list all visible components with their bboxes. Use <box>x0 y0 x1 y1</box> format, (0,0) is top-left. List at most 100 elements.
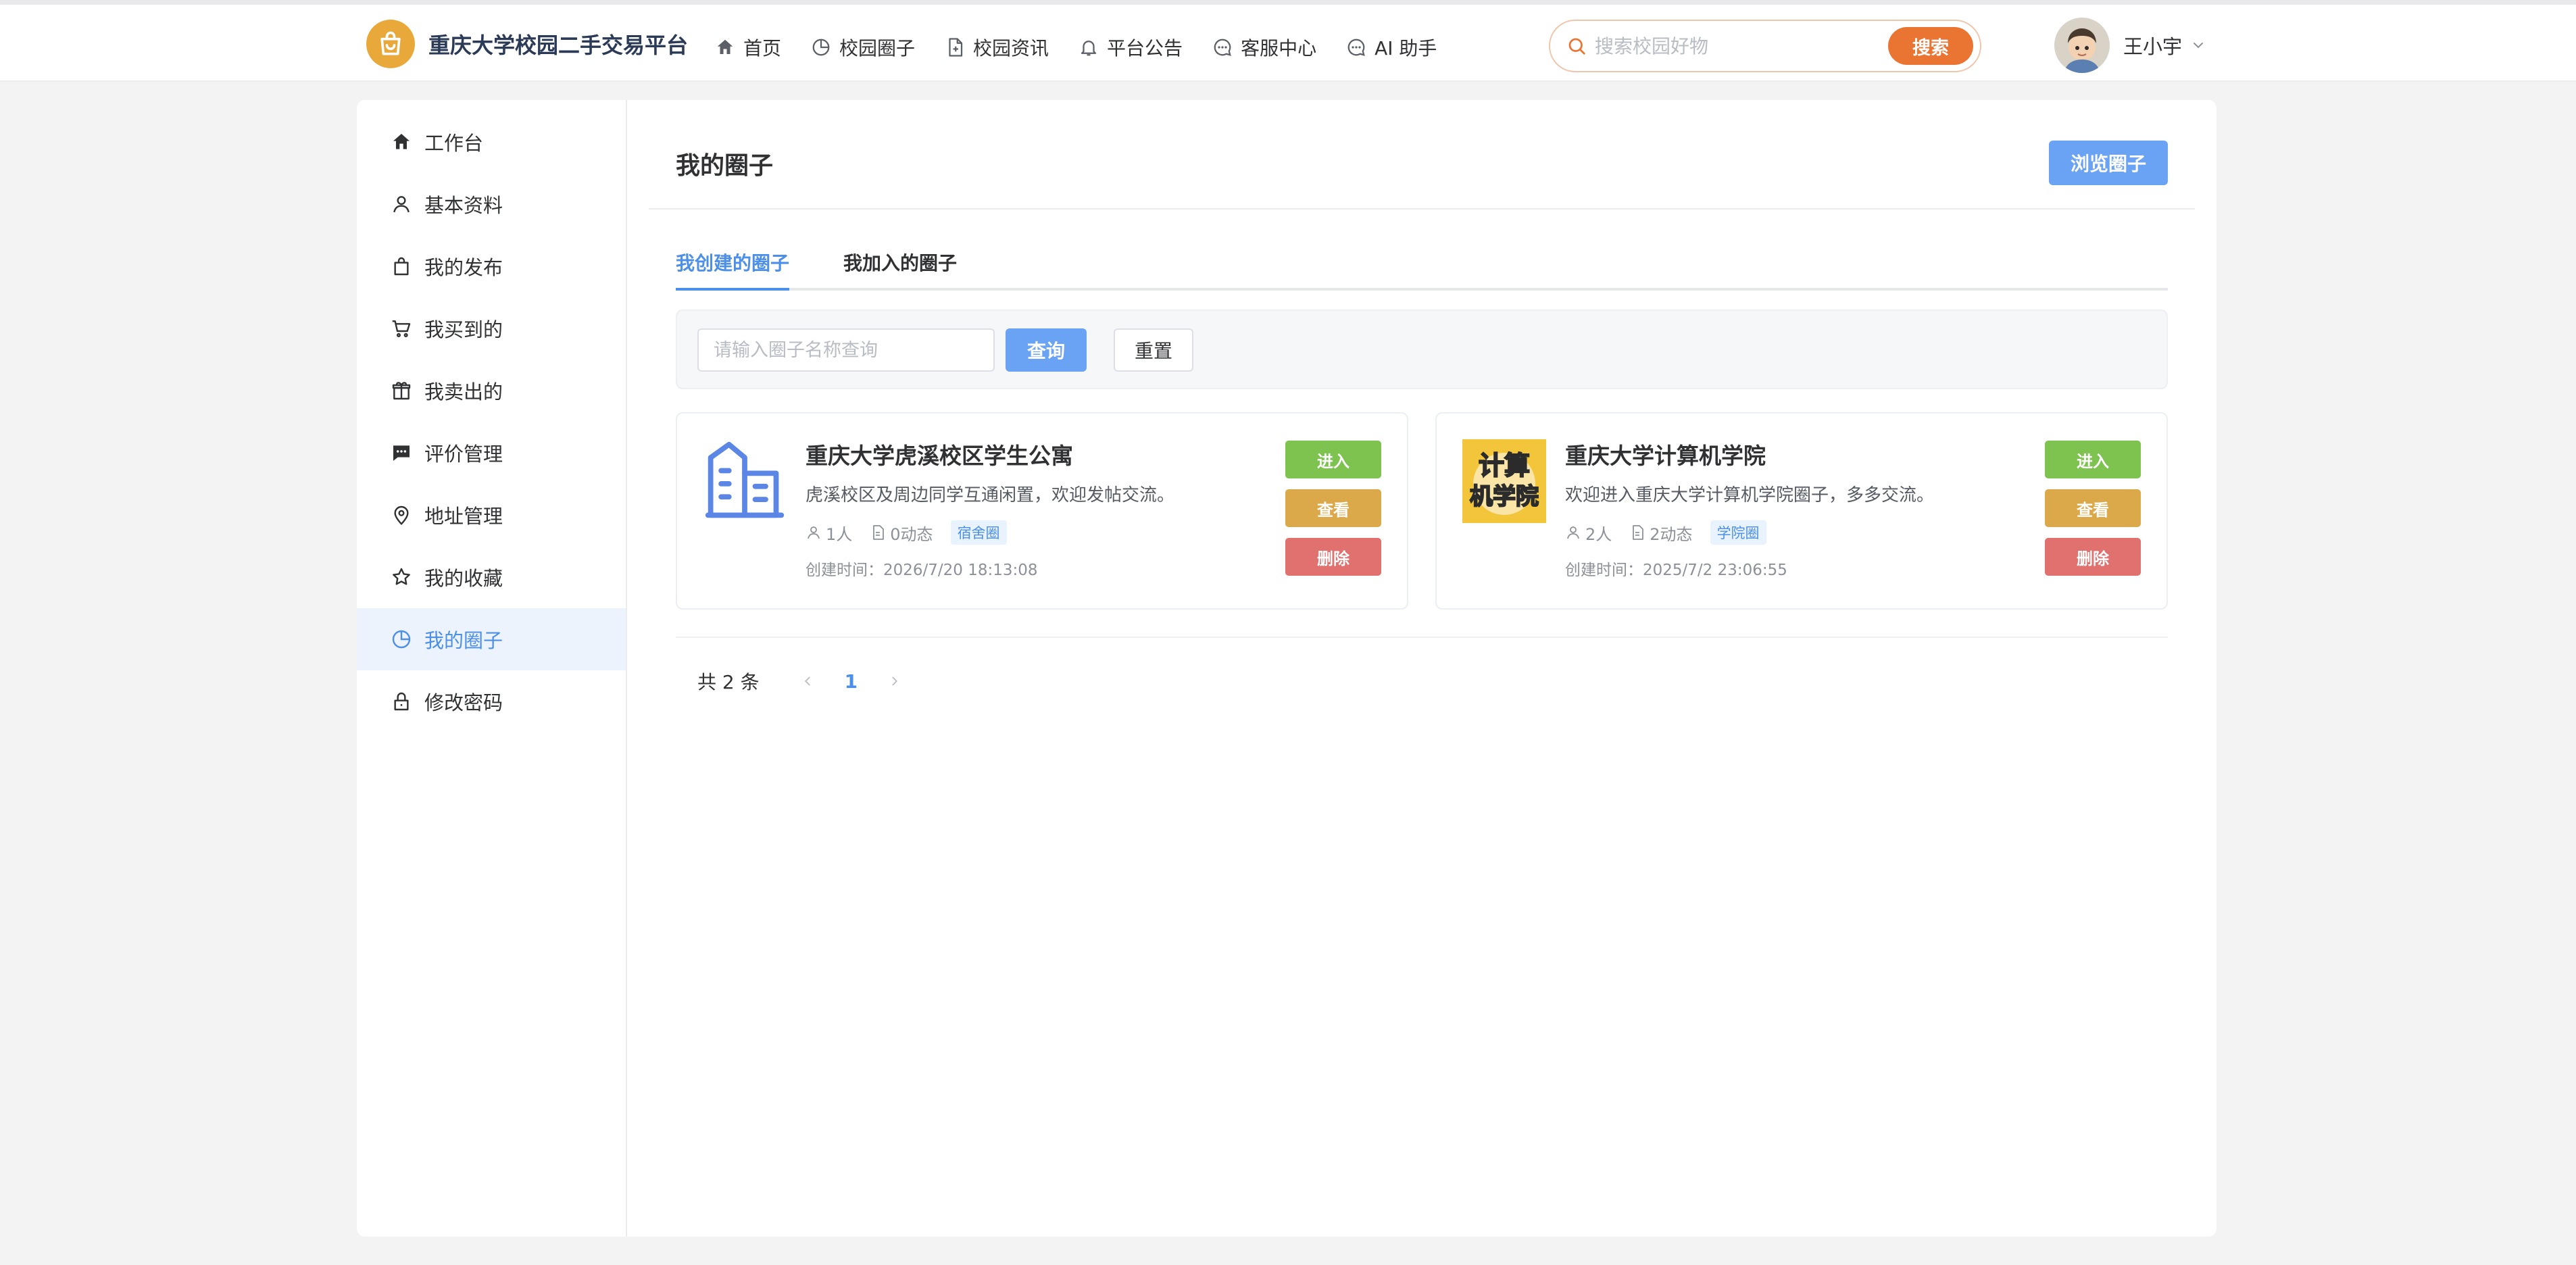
search-box: 搜索 <box>1549 20 1981 72</box>
comment-icon <box>393 445 410 461</box>
circle-card: 计算 机学院 重庆大学计算机学院 欢迎进入重庆大学计算机学院圈子，多多交流。 2… <box>1435 412 2168 610</box>
nav-circles[interactable]: 校园圈子 <box>811 34 915 61</box>
page-number[interactable]: 1 <box>845 670 858 693</box>
tab-joined-circles[interactable]: 我加入的圈子 <box>843 249 957 291</box>
circle-meta: 1人 0动态 宿舍圈 <box>806 520 1007 545</box>
nav-home[interactable]: 首页 <box>715 34 781 61</box>
top-header: 重庆大学校园二手交易平台 首页 校园圈子 校园资讯 平台公告 客服中心 AI 助… <box>0 5 2576 82</box>
user-icon <box>393 196 410 213</box>
sidebar: 工作台 基本资料 我的发布 我买到的 我卖出的 评价管理 地址管理 我的收藏 我… <box>357 100 627 1237</box>
delete-button[interactable]: 删除 <box>2045 538 2141 576</box>
document-icon <box>1633 525 1644 540</box>
chat-icon <box>1214 39 1231 56</box>
nav-ai-assistant[interactable]: AI 助手 <box>1346 34 1437 61</box>
circle-tabs: 我创建的圈子 我加入的圈子 <box>676 249 2168 291</box>
pagination: 共 2 条 1 <box>697 666 902 696</box>
sidebar-item-dashboard[interactable]: 工作台 <box>357 111 626 173</box>
circle-tag: 宿舍圈 <box>950 520 1007 545</box>
prev-page-button[interactable] <box>800 674 815 689</box>
circle-description: 欢迎进入重庆大学计算机学院圈子，多多交流。 <box>1565 485 1935 505</box>
college-logo: 计算 机学院 <box>1462 439 1546 523</box>
home-icon <box>717 39 733 54</box>
sidebar-item-profile[interactable]: 基本资料 <box>357 173 626 235</box>
filter-bar: 查询 重置 <box>676 309 2168 389</box>
delete-button[interactable]: 删除 <box>1285 538 1381 576</box>
sidebar-item-label: 基本资料 <box>424 194 503 217</box>
post-count-text: 2动态 <box>1650 524 1693 544</box>
circle-name[interactable]: 重庆大学计算机学院 <box>1565 438 1766 470</box>
bell-icon <box>1081 41 1097 56</box>
circle-tag: 学院圈 <box>1710 520 1766 545</box>
sidebar-item-purchased[interactable]: 我买到的 <box>357 297 626 359</box>
circle-description: 虎溪校区及周边同学互通闲置，欢迎发帖交流。 <box>806 485 1175 505</box>
chat-icon <box>1347 39 1365 56</box>
nav-news[interactable]: 校园资讯 <box>945 34 1049 61</box>
chevron-left-icon <box>804 676 810 686</box>
user-menu[interactable]: 王小宇 <box>2054 17 2206 74</box>
total-count: 共 2 条 <box>697 671 760 693</box>
sidebar-item-label: 地址管理 <box>424 505 503 528</box>
building-icon <box>705 441 785 518</box>
document-icon <box>949 38 963 57</box>
location-icon <box>394 505 409 526</box>
sidebar-item-label: 我卖出的 <box>424 380 503 403</box>
sidebar-item-label: 工作台 <box>424 132 484 155</box>
sidebar-item-label: 修改密码 <box>424 691 503 714</box>
created-time: 创建时间：2026/7/20 18:13:08 <box>806 562 1038 579</box>
sidebar-item-favorites[interactable]: 我的收藏 <box>357 546 626 608</box>
member-count-text: 1人 <box>826 524 853 544</box>
sidebar-item-label: 我的圈子 <box>424 629 503 652</box>
college-logo-text-1: 计算 <box>1479 451 1530 480</box>
sidebar-item-sold[interactable]: 我卖出的 <box>357 359 626 422</box>
main-panel: 我的圈子 浏览圈子 我创建的圈子 我加入的圈子 查询 重置 重庆大学虎溪校区学生… <box>627 100 2216 1237</box>
divider <box>649 208 2195 209</box>
sidebar-item-my-posts[interactable]: 我的发布 <box>357 235 626 297</box>
cart-icon <box>392 320 411 338</box>
nav-announcements[interactable]: 平台公告 <box>1079 34 1183 61</box>
query-button[interactable]: 查询 <box>1006 328 1087 372</box>
circle-meta: 2人 2动态 学院圈 <box>1565 520 1766 545</box>
pie-chart-icon <box>812 39 830 56</box>
browse-circles-button[interactable]: 浏览圈子 <box>2049 141 2168 185</box>
sidebar-item-reviews[interactable]: 评价管理 <box>357 422 626 484</box>
sidebar-item-label: 我的发布 <box>424 256 503 279</box>
sidebar-item-change-password[interactable]: 修改密码 <box>357 670 626 733</box>
reset-button[interactable]: 重置 <box>1114 328 1193 372</box>
circle-card: 重庆大学虎溪校区学生公寓 虎溪校区及周边同学互通闲置，欢迎发帖交流。 1人 0动… <box>676 412 1408 610</box>
nav-news-label: 校园资讯 <box>973 37 1049 59</box>
nav-service[interactable]: 客服中心 <box>1212 34 1316 61</box>
sidebar-item-label: 我的收藏 <box>424 567 503 590</box>
chevron-down-icon <box>2194 43 2204 49</box>
user-name: 王小宇 <box>2123 35 2183 58</box>
created-time: 创建时间：2025/7/2 23:06:55 <box>1565 562 1787 579</box>
nav-home-label: 首页 <box>743 37 782 59</box>
sidebar-item-my-circles[interactable]: 我的圈子 <box>357 608 626 670</box>
member-count-text: 2人 <box>1585 524 1612 544</box>
divider <box>676 637 2168 638</box>
search-icon <box>1566 36 1587 56</box>
post-count: 2动态 <box>1629 521 1693 545</box>
user-icon <box>808 526 820 539</box>
sidebar-item-address[interactable]: 地址管理 <box>357 484 626 546</box>
top-border <box>0 0 2576 5</box>
circle-name[interactable]: 重庆大学虎溪校区学生公寓 <box>806 438 1073 470</box>
enter-button[interactable]: 进入 <box>1285 441 1381 478</box>
circle-name-search-input[interactable] <box>697 328 995 372</box>
main-nav: 首页 校园圈子 校园资讯 平台公告 客服中心 AI 助手 <box>715 30 1466 64</box>
member-count: 2人 <box>1565 521 1612 545</box>
search-button[interactable]: 搜索 <box>1888 27 1973 65</box>
post-count: 0动态 <box>870 521 933 545</box>
enter-button[interactable]: 进入 <box>2045 441 2141 478</box>
page-title: 我的圈子 <box>676 152 774 180</box>
view-button[interactable]: 查看 <box>1285 489 1381 527</box>
member-count: 1人 <box>806 521 852 545</box>
brand[interactable]: 重庆大学校园二手交易平台 <box>366 20 688 68</box>
chevron-right-icon <box>892 676 898 686</box>
next-page-button[interactable] <box>887 674 902 689</box>
search-input[interactable] <box>1595 29 1885 63</box>
avatar <box>2054 18 2110 73</box>
view-button[interactable]: 查看 <box>2045 489 2141 527</box>
tab-created-circles[interactable]: 我创建的圈子 <box>676 249 789 291</box>
home-icon <box>393 134 410 149</box>
document-icon <box>873 525 885 540</box>
